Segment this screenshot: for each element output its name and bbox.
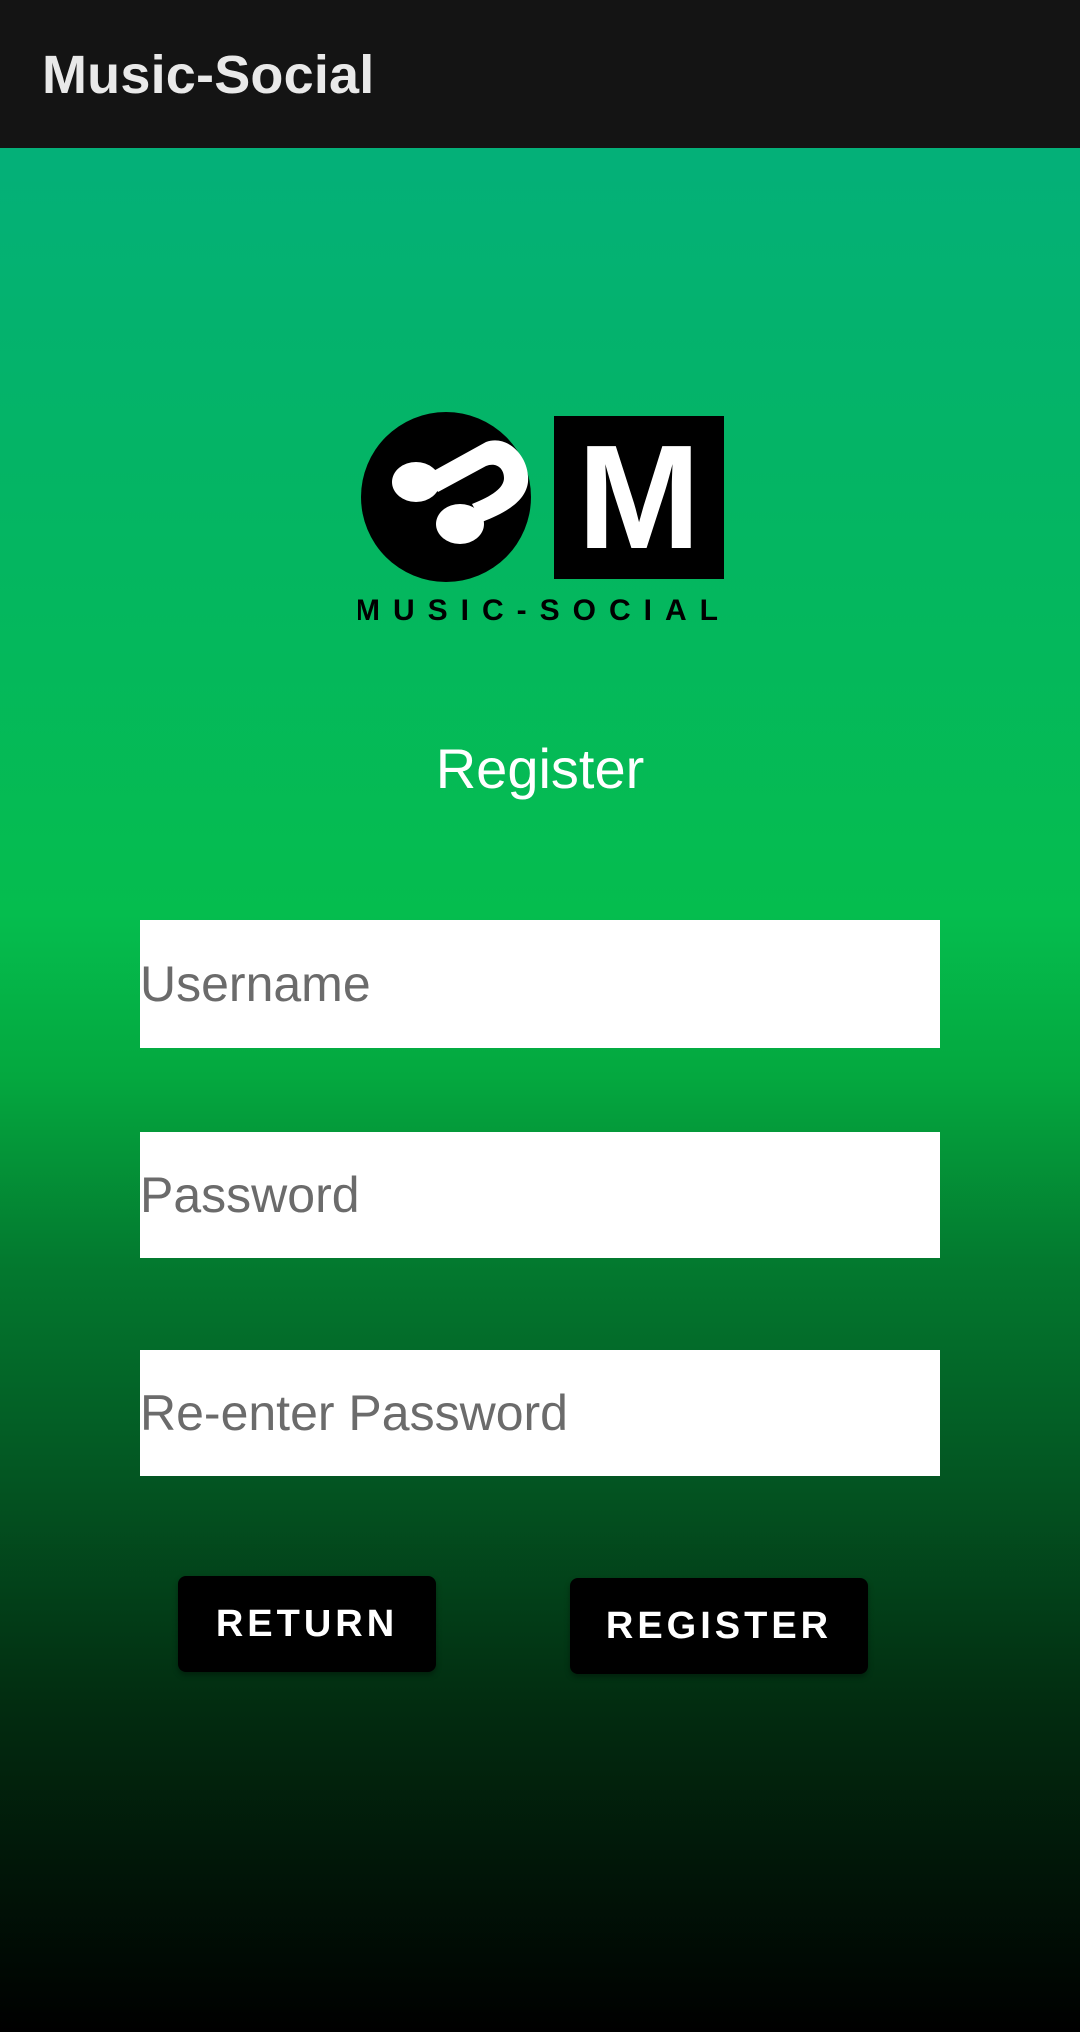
username-input[interactable] xyxy=(140,920,940,1048)
reenter-password-input[interactable] xyxy=(140,1350,940,1476)
logo-wordmark: MUSIC-SOCIAL xyxy=(358,594,728,626)
app-bar: Music-Social xyxy=(0,0,1080,148)
password-input[interactable] xyxy=(140,1132,940,1258)
logo-monogram: M xyxy=(577,415,700,580)
music-note-icon xyxy=(361,412,531,582)
app-title: Music-Social xyxy=(42,45,375,105)
page-title: Register xyxy=(435,737,645,800)
register-button[interactable]: REGISTER xyxy=(570,1578,868,1674)
music-social-logo: M MUSIC-SOCIAL xyxy=(358,412,728,626)
return-button[interactable]: RETURN xyxy=(178,1576,436,1672)
